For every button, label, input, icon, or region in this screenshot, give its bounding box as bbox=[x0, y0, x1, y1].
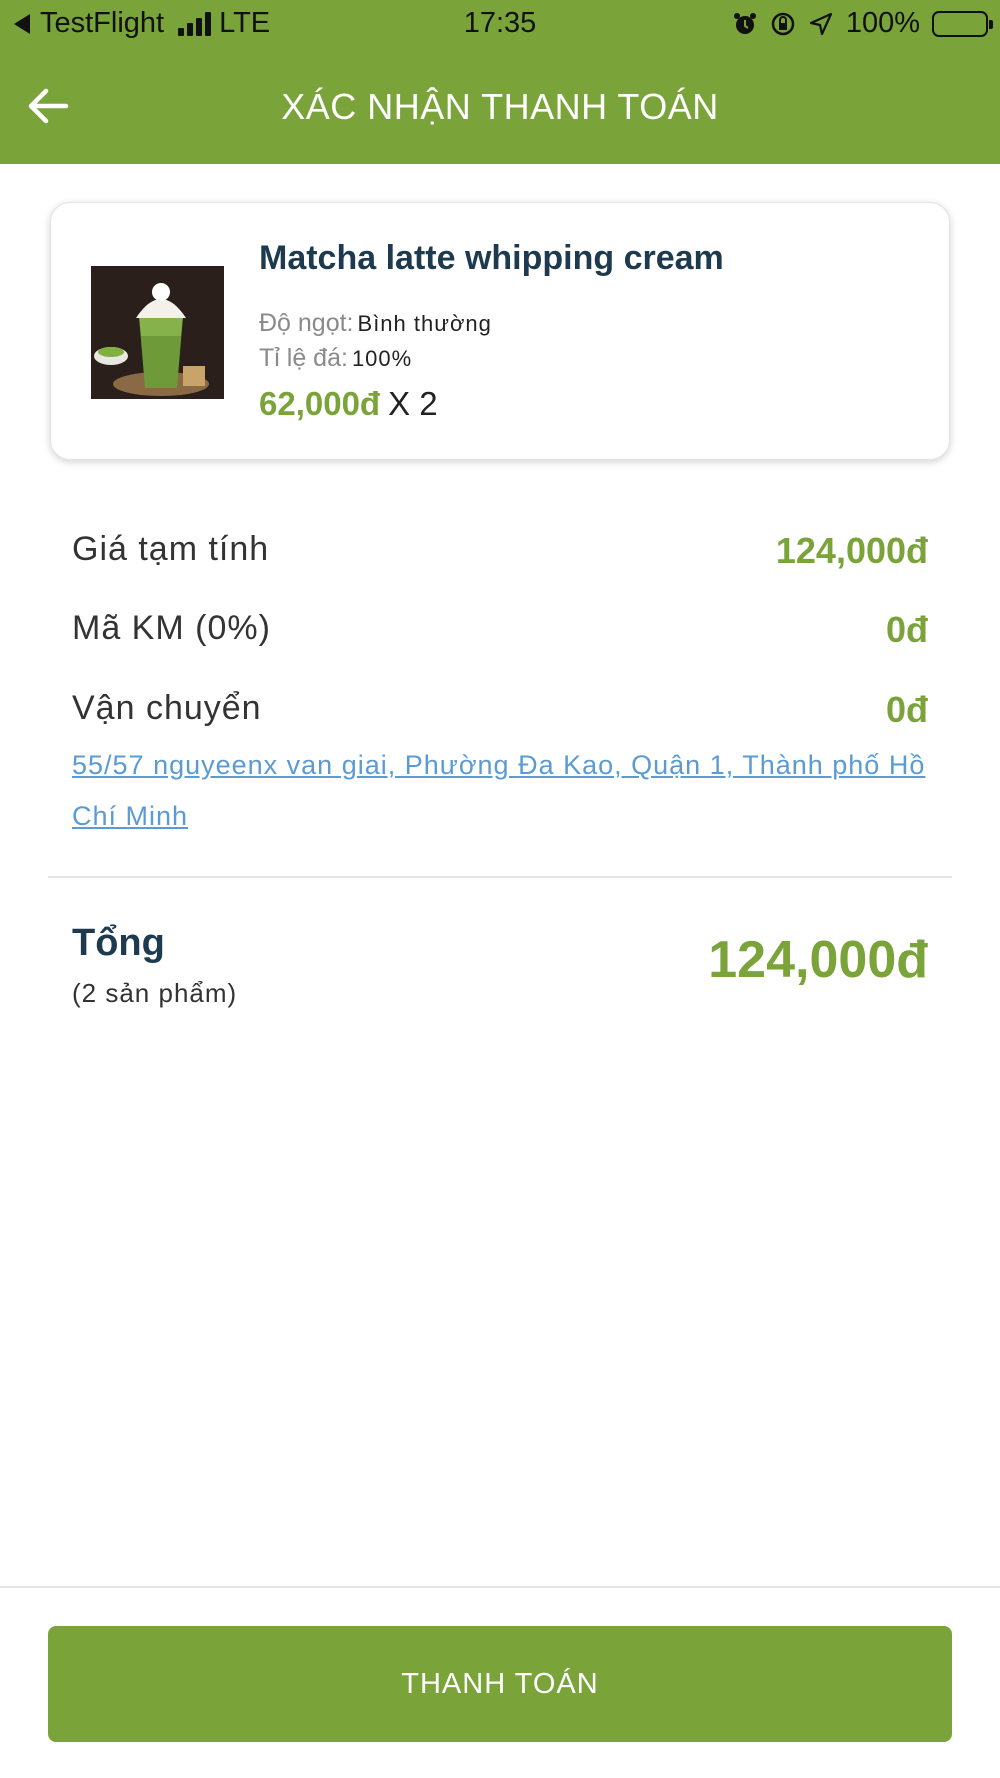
page-title: XÁC NHẬN THANH TOÁN bbox=[281, 86, 719, 127]
total-label: Tổng bbox=[72, 922, 165, 964]
battery-icon bbox=[932, 10, 993, 37]
quantity: X 2 bbox=[388, 385, 438, 422]
shipping-row: Vận chuyển 0đ bbox=[72, 689, 928, 739]
rotation-lock-icon bbox=[771, 12, 795, 35]
total-value: 124,000đ bbox=[708, 931, 928, 989]
subtotal-value: 124,000đ bbox=[775, 530, 928, 571]
product-image bbox=[91, 266, 224, 399]
sweetness-option: Độ ngọt: Bình thường bbox=[259, 309, 492, 338]
battery-percent: 100% bbox=[845, 7, 920, 39]
status-right: 100% bbox=[732, 7, 993, 40]
subtotal-label: Giá tạm tính bbox=[72, 530, 270, 568]
price-line: 62,000đ X 2 bbox=[259, 385, 438, 423]
promo-label: Mã KM (0%) bbox=[72, 609, 271, 647]
checkout-screen: TestFlight LTE 17:35 100% XÁC NHẬN THANH… bbox=[0, 0, 1000, 1778]
ice-value: 100% bbox=[351, 346, 413, 371]
ice-label: Tỉ lệ đá: bbox=[259, 344, 348, 372]
header: TestFlight LTE 17:35 100% XÁC NHẬN THANH… bbox=[0, 0, 1000, 164]
location-icon bbox=[809, 12, 832, 35]
status-bar: TestFlight LTE 17:35 100% bbox=[0, 0, 1000, 48]
product-name: Matcha latte whipping cream bbox=[259, 239, 724, 277]
sweetness-value: Bình thường bbox=[357, 311, 492, 336]
promo-row: Mã KM (0%) 0đ bbox=[72, 609, 928, 659]
ice-option: Tỉ lệ đá: 100% bbox=[259, 344, 412, 373]
alarm-icon bbox=[733, 12, 756, 34]
pay-button[interactable]: THANH TOÁN bbox=[48, 1626, 952, 1742]
footer-divider bbox=[0, 1586, 1000, 1588]
subtotal-row: Giá tạm tính 124,000đ bbox=[72, 530, 928, 580]
item-count: (2 sản phẩm) bbox=[72, 978, 238, 1008]
divider bbox=[48, 876, 952, 878]
shipping-label: Vận chuyển bbox=[72, 689, 262, 727]
shipping-value: 0đ bbox=[885, 689, 928, 730]
unit-price: 62,000đ bbox=[259, 385, 381, 422]
promo-value: 0đ bbox=[885, 609, 928, 650]
product-card[interactable]: Matcha latte whipping cream Độ ngọt: Bình… bbox=[50, 202, 950, 460]
delivery-address-link[interactable]: 55/57 nguyeenx van giai, Phường Đa Kao, … bbox=[72, 740, 942, 842]
sweetness-label: Độ ngọt: bbox=[259, 309, 354, 337]
